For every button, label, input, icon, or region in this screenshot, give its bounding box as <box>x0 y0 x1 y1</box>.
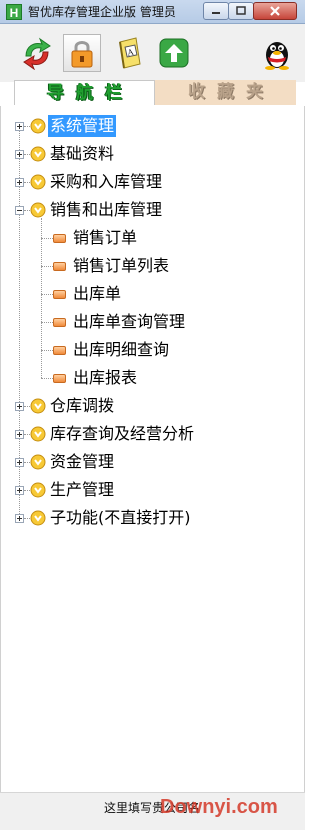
upload-arrow-icon <box>159 38 189 68</box>
document-icon <box>53 289 66 299</box>
close-button[interactable] <box>253 2 297 20</box>
tree-node-sub-functions[interactable]: 子功能(不直接打开) <box>15 506 193 530</box>
minimize-icon <box>212 12 220 14</box>
folder-node-icon <box>30 174 46 190</box>
tree-leaf-label: 出库明细查询 <box>73 340 170 359</box>
tree-node-label: 基础资料 <box>50 144 115 163</box>
folder-node-icon <box>30 482 46 498</box>
expand-button[interactable] <box>15 401 24 411</box>
document-icon <box>53 373 66 383</box>
document-icon <box>53 261 66 271</box>
upload-button[interactable] <box>155 34 193 72</box>
qq-penguin-icon <box>265 42 289 70</box>
folder-node-icon <box>30 202 46 218</box>
collapse-button[interactable] <box>15 205 24 215</box>
document-icon <box>53 317 66 327</box>
document-icon <box>53 233 66 243</box>
lock-button[interactable] <box>63 34 101 72</box>
expand-button[interactable] <box>15 485 24 495</box>
tree-leaf-label: 出库单查询管理 <box>73 312 186 331</box>
tree-node-inventory-analysis[interactable]: 库存查询及经营分析 <box>15 422 196 446</box>
tree-node-sales[interactable]: 销售和出库管理 <box>15 198 164 222</box>
folder-node-icon <box>30 454 46 470</box>
refresh-arrows-icon <box>23 37 51 70</box>
tree-node-funds[interactable]: 资金管理 <box>15 450 116 474</box>
watermark: Downyi.com <box>160 796 278 818</box>
app-logo: H <box>6 4 22 20</box>
tree-leaf-outbound-report[interactable]: 出库报表 <box>41 366 139 390</box>
tree-leaf-sales-order-list[interactable]: 销售订单列表 <box>41 254 171 278</box>
title-bar[interactable]: H 智优库存管理企业版 管理员 <box>0 0 305 24</box>
tree-node-system-management[interactable]: 系统管理 <box>15 114 117 138</box>
tree-leaf-label: 销售订单 <box>73 228 138 247</box>
dictionary-button[interactable]: A <box>110 34 148 72</box>
expand-button[interactable] <box>15 429 24 439</box>
refresh-button[interactable] <box>18 34 56 72</box>
expand-button[interactable] <box>15 177 24 187</box>
toolbar: A <box>0 24 305 82</box>
tree-node-label: 生产管理 <box>50 480 115 499</box>
tree-node-label: 仓库调拨 <box>50 396 115 415</box>
window-title: 智优库存管理企业版 管理员 <box>28 5 176 19</box>
tree-node-label: 采购和入库管理 <box>50 172 163 191</box>
tree-node-production[interactable]: 生产管理 <box>15 478 116 502</box>
tree-leaf-label: 出库单 <box>73 284 122 303</box>
window-controls <box>203 2 297 20</box>
lock-icon <box>71 41 93 68</box>
folder-node-icon <box>30 398 46 414</box>
folder-node-icon <box>30 510 46 526</box>
expand-button[interactable] <box>15 121 24 131</box>
panel-tabs: 导航栏 收藏夹 <box>14 80 296 105</box>
tree-node-basic-data[interactable]: 基础资料 <box>15 142 116 166</box>
tree-leaf-outbound-order[interactable]: 出库单 <box>41 282 123 306</box>
tree-node-label: 子功能(不直接打开) <box>50 508 191 527</box>
expand-button[interactable] <box>15 457 24 467</box>
tree-node-label: 资金管理 <box>50 452 115 471</box>
tree-leaf-sales-order[interactable]: 销售订单 <box>41 226 139 250</box>
navigation-tree[interactable]: 系统管理 基础资料 采购和入库管理 销售和出库管理 销售订单 销售订单列表 出库… <box>0 106 305 792</box>
tree-leaf-outbound-detail[interactable]: 出库明细查询 <box>41 338 171 362</box>
dictionary-book-icon: A <box>119 37 141 69</box>
folder-node-icon <box>30 146 46 162</box>
tree-node-label: 销售和出库管理 <box>50 200 163 219</box>
tree-leaf-label: 销售订单列表 <box>73 256 170 275</box>
close-icon <box>270 6 280 16</box>
tree-node-purchasing[interactable]: 采购和入库管理 <box>15 170 164 194</box>
qq-button[interactable] <box>258 34 296 72</box>
tree-node-warehouse-transfer[interactable]: 仓库调拨 <box>15 394 116 418</box>
tab-favorites[interactable]: 收藏夹 <box>155 80 296 105</box>
tab-navigation[interactable]: 导航栏 <box>14 80 155 105</box>
tree-leaf-outbound-query[interactable]: 出库单查询管理 <box>41 310 187 334</box>
maximize-icon <box>236 6 246 15</box>
minimize-button[interactable] <box>203 2 229 20</box>
tree-node-label: 库存查询及经营分析 <box>50 424 195 443</box>
folder-node-icon <box>30 118 46 134</box>
tree-node-label: 系统管理 <box>48 115 117 137</box>
document-icon <box>53 345 66 355</box>
tree-leaf-label: 出库报表 <box>73 368 138 387</box>
folder-node-icon <box>30 426 46 442</box>
maximize-button[interactable] <box>228 2 254 20</box>
expand-button[interactable] <box>15 513 24 523</box>
expand-button[interactable] <box>15 149 24 159</box>
